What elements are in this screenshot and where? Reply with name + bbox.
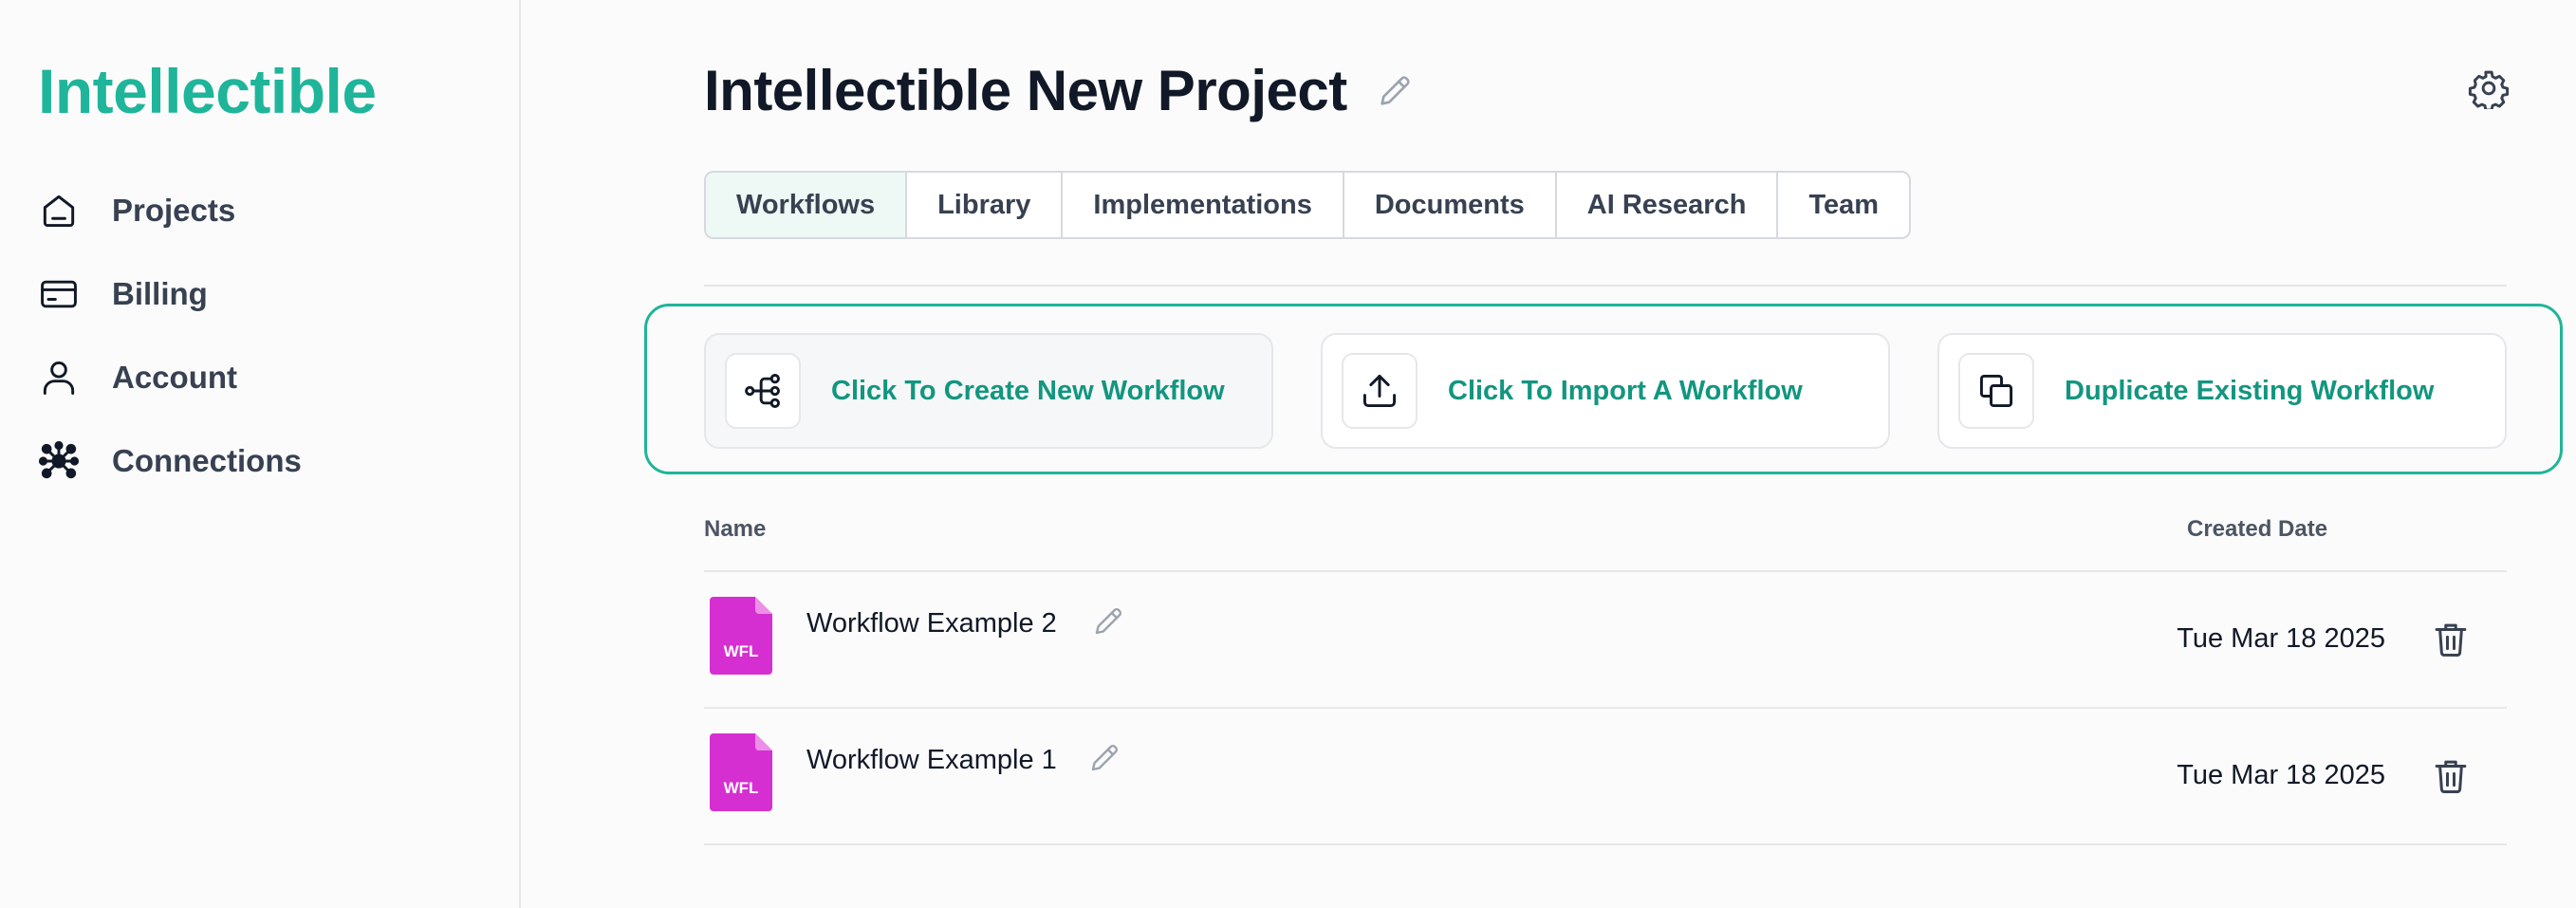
sidebar-item-label: Billing — [112, 276, 208, 311]
delete-trash-icon[interactable] — [2431, 755, 2471, 797]
app-root: Intellectible Projects Billing Account C… — [0, 0, 2576, 908]
table-row-divider — [704, 843, 2507, 845]
edit-name-pencil-icon[interactable] — [1087, 741, 1121, 775]
created-date: Tue Mar 18 2025 — [2177, 623, 2385, 654]
settings-gear-icon[interactable] — [2468, 67, 2510, 112]
column-header-created-date[interactable]: Created Date — [2187, 516, 2327, 543]
sidebar-item-label: Account — [112, 360, 237, 395]
edit-name-pencil-icon[interactable] — [1091, 604, 1125, 639]
table-row[interactable]: WFL Workflow Example 2 Tue Mar 18 2025 — [704, 572, 2507, 709]
page-title: Intellectible New Project — [704, 59, 1347, 122]
sidebar-item-connections[interactable]: Connections — [38, 419, 519, 503]
table-row[interactable]: WFL Workflow Example 1 Tue Mar 18 2025 — [704, 709, 2507, 845]
created-date: Tue Mar 18 2025 — [2177, 760, 2385, 790]
action-label: Click To Create New Workflow — [831, 375, 1225, 406]
delete-trash-icon[interactable] — [2431, 619, 2471, 660]
file-badge-text: WFL — [724, 779, 759, 797]
upload-icon — [1342, 353, 1418, 429]
page-header: Intellectible New Project — [704, 53, 1414, 129]
credit-card-icon — [38, 271, 95, 317]
file-badge-text: WFL — [724, 642, 759, 660]
action-label: Duplicate Existing Workflow — [2065, 375, 2435, 406]
sidebar-item-account[interactable]: Account — [38, 336, 519, 419]
network-icon — [38, 438, 95, 484]
home-icon — [38, 188, 95, 233]
sidebar-item-billing[interactable]: Billing — [38, 252, 519, 336]
column-header-name[interactable]: Name — [704, 516, 766, 543]
copy-icon — [1958, 353, 2034, 429]
sidebar: Intellectible Projects Billing Account C… — [0, 0, 521, 908]
project-tabs: Workflows Library Implementations Docume… — [704, 171, 1912, 239]
tab-documents[interactable]: Documents — [1344, 173, 1557, 237]
wfl-file-icon: WFL — [710, 597, 772, 675]
action-label: Click To Import A Workflow — [1448, 375, 1803, 406]
user-icon — [38, 355, 95, 400]
main-content: Intellectible New Project Workflows Libr… — [521, 0, 2576, 908]
create-workflow-button[interactable]: Click To Create New Workflow — [704, 333, 1273, 449]
tab-library[interactable]: Library — [907, 173, 1064, 237]
import-workflow-button[interactable]: Click To Import A Workflow — [1321, 333, 1890, 449]
sidebar-nav: Projects Billing Account Connections — [38, 169, 519, 503]
workflow-name[interactable]: Workflow Example 2 — [806, 608, 1057, 639]
workflow-name[interactable]: Workflow Example 1 — [806, 745, 1057, 776]
workflow-icon — [725, 353, 801, 429]
sidebar-item-label: Projects — [112, 193, 236, 228]
sidebar-item-label: Connections — [112, 443, 302, 478]
tab-workflows[interactable]: Workflows — [706, 173, 908, 237]
tab-ai-research[interactable]: AI Research — [1557, 173, 1779, 237]
tab-team[interactable]: Team — [1778, 173, 1909, 237]
wfl-file-icon: WFL — [710, 733, 772, 811]
sidebar-item-projects[interactable]: Projects — [38, 169, 519, 252]
app-logo[interactable]: Intellectible — [38, 53, 519, 129]
header-divider — [704, 285, 2507, 287]
edit-title-pencil-icon[interactable] — [1376, 72, 1414, 110]
tab-implementations[interactable]: Implementations — [1063, 173, 1344, 237]
duplicate-workflow-button[interactable]: Duplicate Existing Workflow — [1937, 333, 2507, 449]
